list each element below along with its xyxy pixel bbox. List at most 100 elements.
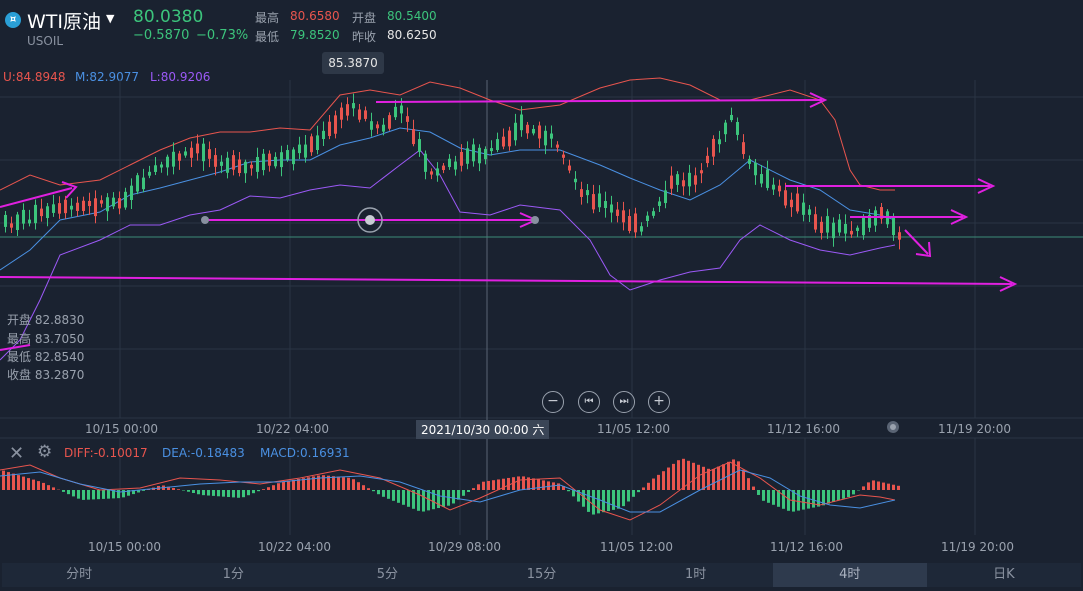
macd-bar	[612, 490, 615, 510]
gear-icon[interactable]: ⚙	[37, 442, 52, 462]
macd-bar	[12, 473, 15, 490]
hover-low: 最低 82.8540	[7, 350, 85, 364]
tab-timeframe[interactable]: 日K	[927, 563, 1081, 587]
tab-timeframe[interactable]: 分时	[2, 563, 156, 587]
macd-bar	[422, 490, 425, 512]
candle-body	[346, 104, 349, 116]
macd-bar	[42, 482, 45, 490]
candle-body	[400, 105, 403, 114]
candle-body	[394, 106, 397, 118]
candle-body	[790, 199, 793, 208]
macd-bar	[102, 490, 105, 499]
macd-bar	[652, 478, 655, 490]
candle-body	[538, 125, 541, 139]
candle-body	[490, 148, 493, 152]
scroll-back-button[interactable]: ⏮	[578, 391, 600, 413]
candle-body	[76, 202, 79, 211]
candle-body	[358, 109, 361, 120]
candle-body	[136, 175, 139, 192]
macd-bar	[347, 477, 350, 490]
candle-body	[730, 114, 733, 121]
macd-bar	[637, 490, 640, 493]
candle-body	[406, 116, 409, 122]
boll-upper-band	[0, 77, 895, 191]
macd-bar	[752, 486, 755, 490]
macd-bar	[667, 467, 670, 490]
macd-bar	[22, 476, 25, 490]
macd-bar	[207, 490, 210, 496]
macd-bar	[687, 460, 690, 490]
macd-bar	[92, 490, 95, 500]
tab-timeframe[interactable]: 1时	[619, 563, 773, 587]
candle-body	[58, 203, 61, 214]
candle-body	[712, 138, 715, 157]
macd-bar	[812, 490, 815, 508]
macd-bar	[477, 484, 480, 490]
macd-bar	[677, 460, 680, 490]
macd-bar	[757, 490, 760, 495]
macd-bar	[522, 476, 525, 490]
macd-bar	[202, 490, 205, 496]
candle-body	[838, 219, 841, 233]
candle-body	[724, 122, 727, 135]
macd-bar	[787, 490, 790, 511]
macd-x-label: 10/22 04:00	[258, 540, 331, 554]
candle-body	[580, 189, 583, 197]
macd-x-label: 11/12 16:00	[770, 540, 843, 554]
macd-bar	[852, 490, 855, 495]
macd-bar	[292, 479, 295, 490]
tab-timeframe[interactable]: 5分	[310, 563, 464, 587]
candle-body	[352, 103, 355, 109]
candle-body	[310, 136, 313, 153]
candle-body	[820, 221, 823, 233]
scroll-forward-button[interactable]: ⏭	[613, 391, 635, 413]
candle-body	[784, 190, 787, 206]
zoom-in-button[interactable]: +	[648, 391, 670, 413]
macd-bar	[77, 490, 80, 499]
macd-bar	[417, 490, 420, 511]
tab-timeframe-active[interactable]: 4时	[772, 563, 927, 587]
candle-body	[760, 174, 763, 184]
macd-bar	[97, 490, 100, 500]
zoom-out-button[interactable]: −	[542, 391, 564, 413]
macd-bar	[837, 490, 840, 501]
tab-timeframe[interactable]: 1分	[156, 563, 310, 587]
candle-body	[862, 216, 865, 236]
candle-body	[28, 219, 31, 224]
candle-body	[574, 178, 577, 183]
macd-bar	[897, 485, 900, 490]
candle-body	[262, 153, 265, 171]
macd-bar	[877, 481, 880, 490]
candle-body	[850, 230, 853, 235]
candle-body	[592, 194, 595, 210]
candle-body	[196, 143, 199, 154]
candle-body	[532, 128, 535, 134]
candle-body	[220, 161, 223, 166]
macd-bar	[472, 488, 475, 490]
macd-x-label: 11/19 20:00	[941, 540, 1014, 554]
candle-body	[184, 151, 187, 156]
candle-body	[736, 121, 739, 135]
high-tooltip: 85.3870	[322, 52, 384, 74]
macd-bar	[222, 490, 225, 497]
macd-bar	[32, 479, 35, 490]
candle-body	[106, 197, 109, 212]
macd-bar	[182, 490, 185, 491]
macd-bar	[82, 490, 85, 500]
candle-body	[286, 150, 289, 160]
macd-bar	[87, 490, 90, 500]
candle-body	[670, 175, 673, 189]
candle-body	[172, 151, 175, 167]
x-label: 11/12 16:00	[767, 422, 840, 436]
candle-body	[508, 130, 511, 147]
price-chart[interactable]	[0, 0, 1083, 591]
candle-body	[304, 144, 307, 158]
macd-dea-label: DEA:-0.18483	[162, 446, 245, 460]
macd-bar	[642, 487, 645, 490]
close-icon[interactable]: ✕	[9, 443, 24, 464]
candle-body	[280, 152, 283, 168]
hover-open: 开盘 82.8830	[7, 313, 85, 327]
candle-body	[202, 143, 205, 162]
tab-timeframe[interactable]: 15分	[464, 563, 618, 587]
candle-body	[112, 197, 115, 207]
